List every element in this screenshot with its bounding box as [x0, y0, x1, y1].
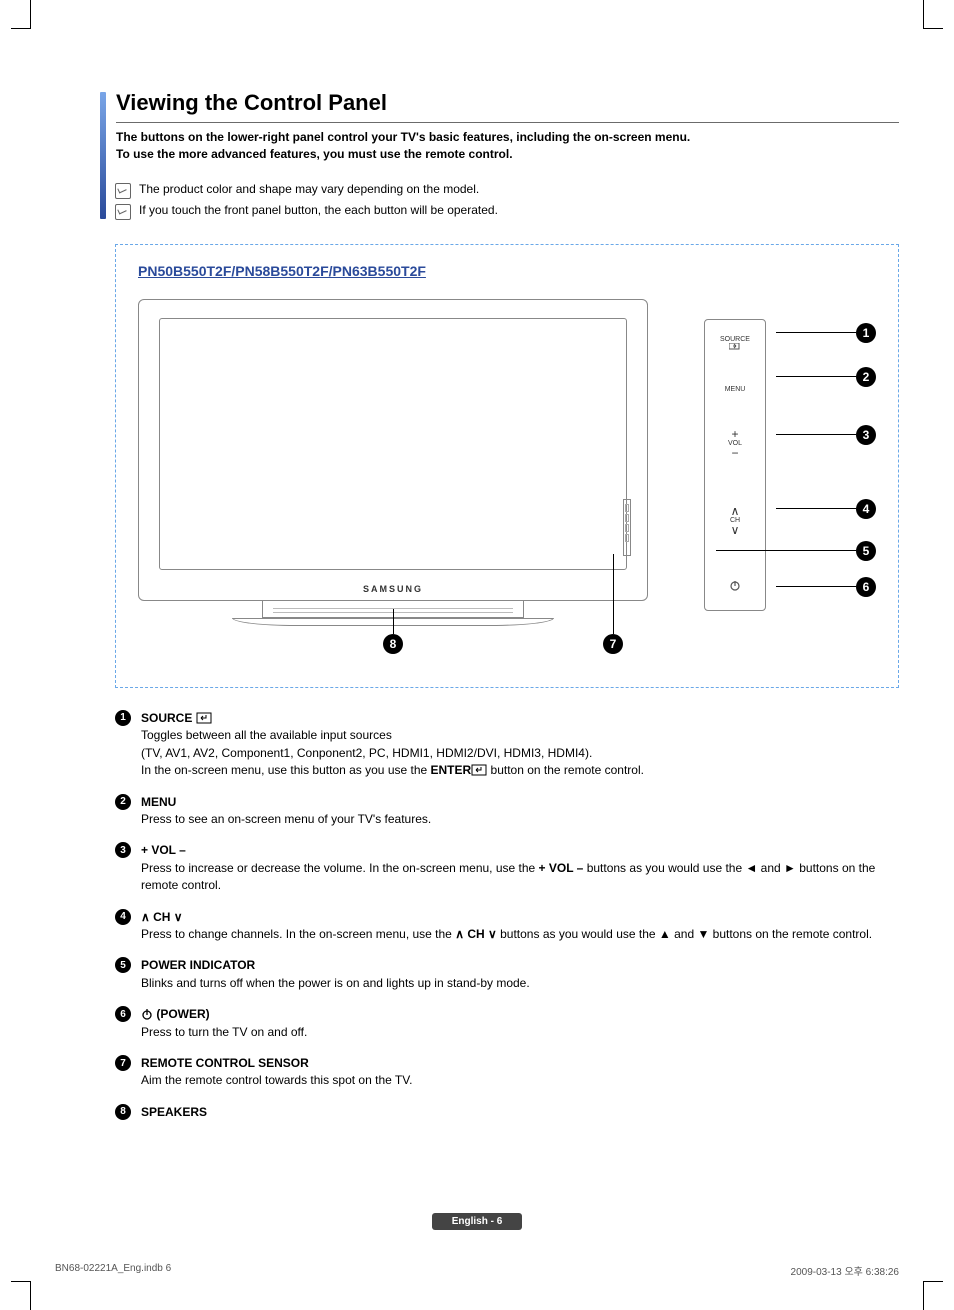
- panel-menu-label: MENU: [705, 386, 765, 393]
- def-title: REMOTE CONTROL SENSOR: [141, 1056, 309, 1070]
- callout-5: 5: [716, 541, 876, 561]
- note-row: If you touch the front panel button, the…: [115, 203, 899, 220]
- def-number: 4: [115, 909, 131, 925]
- tv-outline: SAMSUNG: [138, 299, 648, 626]
- def-ch: 4 ∧ CH ∨ Press to change channels. In th…: [115, 909, 899, 944]
- callout-number: 6: [856, 577, 876, 597]
- crop-mark: [30, 1282, 51, 1310]
- def-body-line: Press to increase or decrease the volume…: [141, 861, 875, 892]
- def-title: ∧ CH ∨: [141, 910, 183, 924]
- callout-2: 2: [776, 367, 876, 387]
- def-number: 8: [115, 1104, 131, 1120]
- callout-number: 2: [856, 367, 876, 387]
- panel-ch-label: ∧CH∨: [705, 505, 765, 536]
- intro-line-1: The buttons on the lower-right panel con…: [116, 130, 690, 144]
- def-title: + VOL –: [141, 843, 186, 857]
- def-title: POWER INDICATOR: [141, 958, 255, 972]
- panel-vol-label: +VOL−: [705, 428, 765, 459]
- def-body-line: Press to see an on-screen menu of your T…: [141, 812, 431, 826]
- crop-mark: [903, 1282, 924, 1310]
- def-title: MENU: [141, 795, 176, 809]
- tv-diagram: SAMSUNG SOURCE MENU +VOL− ∧CH∨: [138, 299, 876, 659]
- def-power-indicator: 5 POWER INDICATOR Blinks and turns off w…: [115, 957, 899, 992]
- callout-3: 3: [776, 425, 876, 445]
- def-menu: 2 MENU Press to see an on-screen menu of…: [115, 794, 899, 829]
- note-icon: [115, 204, 131, 220]
- def-body-line: Toggles between all the available input …: [141, 728, 392, 742]
- def-number: 5: [115, 957, 131, 973]
- def-number: 1: [115, 710, 131, 726]
- callout-number: 1: [856, 323, 876, 343]
- definitions: 1 SOURCE Toggles between all the availab…: [115, 710, 899, 1121]
- enter-icon: [471, 762, 487, 779]
- def-source: 1 SOURCE Toggles between all the availab…: [115, 710, 899, 780]
- callout-number: 4: [856, 499, 876, 519]
- note-row: The product color and shape may vary dep…: [115, 182, 899, 199]
- page-title: Viewing the Control Panel: [116, 90, 899, 123]
- note-icon: [115, 183, 131, 199]
- panel-power-icon: [705, 580, 765, 594]
- def-number: 6: [115, 1006, 131, 1022]
- def-body-line: Press to turn the TV on and off.: [141, 1025, 307, 1039]
- def-title: SPEAKERS: [141, 1105, 207, 1119]
- def-body-line: (TV, AV1, AV2, Component1, Conponent2, P…: [141, 746, 592, 760]
- def-vol: 3 + VOL – Press to increase or decrease …: [115, 842, 899, 894]
- enter-icon: [196, 710, 212, 727]
- def-number: 2: [115, 794, 131, 810]
- power-icon: [141, 1006, 153, 1023]
- def-title: (POWER): [156, 1007, 209, 1021]
- def-body-line: In the on-screen menu, use this button a…: [141, 763, 644, 777]
- def-number: 3: [115, 842, 131, 858]
- callout-number: 7: [603, 634, 623, 654]
- callout-7-line: [613, 554, 614, 634]
- def-body-line: Press to change channels. In the on-scre…: [141, 927, 872, 941]
- callout-6: 6: [776, 577, 876, 597]
- callout-8-line: [393, 609, 394, 634]
- print-filename: BN68-02221A_Eng.indb 6: [55, 1263, 171, 1278]
- def-title: SOURCE: [141, 711, 192, 725]
- control-panel: SOURCE MENU +VOL− ∧CH∨: [704, 319, 766, 611]
- model-numbers: PN50B550T2F/PN58B550T2F/PN63B550T2F: [138, 263, 876, 279]
- def-speakers: 8 SPEAKERS: [115, 1104, 899, 1121]
- page-number-badge: English - 6: [432, 1213, 523, 1230]
- diagram-box: PN50B550T2F/PN58B550T2F/PN63B550T2F SAMS…: [115, 244, 899, 688]
- print-metadata: BN68-02221A_Eng.indb 6 2009-03-13 오후 6:3…: [55, 1263, 899, 1278]
- note-text: If you touch the front panel button, the…: [139, 203, 498, 217]
- callout-number: 3: [856, 425, 876, 445]
- heading-accent-bar: [100, 92, 106, 219]
- tv-indicator-slit: [623, 499, 631, 556]
- def-body-line: Blinks and turns off when the power is o…: [141, 976, 530, 990]
- intro-text: The buttons on the lower-right panel con…: [116, 129, 899, 164]
- def-remote-sensor: 7 REMOTE CONTROL SENSOR Aim the remote c…: [115, 1055, 899, 1090]
- intro-line-2: To use the more advanced features, you m…: [116, 147, 513, 161]
- crop-mark: [903, 0, 924, 28]
- def-power: 6 (POWER) Press to turn the TV on and of…: [115, 1006, 899, 1041]
- panel-source-label: SOURCE: [705, 336, 765, 353]
- def-number: 7: [115, 1055, 131, 1071]
- print-timestamp: 2009-03-13 오후 6:38:26: [791, 1263, 899, 1278]
- note-text: The product color and shape may vary dep…: [139, 182, 479, 196]
- callout-4: 4: [776, 499, 876, 519]
- callout-number: 5: [856, 541, 876, 561]
- tv-screen: [159, 318, 627, 570]
- crop-mark: [30, 0, 51, 28]
- samsung-logo: SAMSUNG: [363, 584, 423, 594]
- callout-number: 8: [383, 634, 403, 654]
- callout-1: 1: [776, 323, 876, 343]
- def-body-line: Aim the remote control towards this spot…: [141, 1073, 412, 1087]
